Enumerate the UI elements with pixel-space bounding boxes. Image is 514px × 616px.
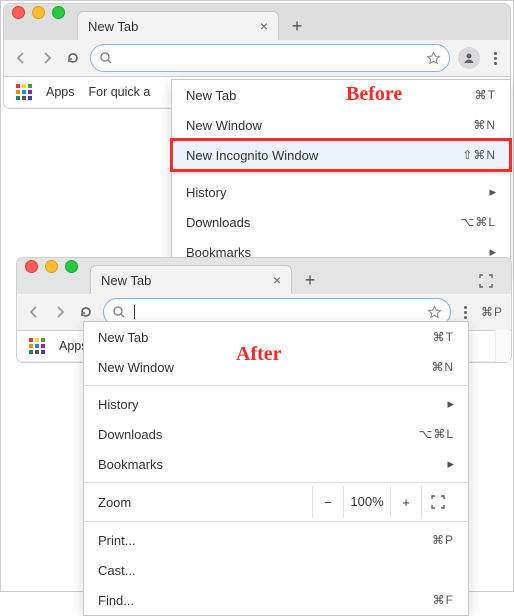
window-close-button[interactable] xyxy=(25,260,38,273)
menu-item-find[interactable]: Find... ⌘F xyxy=(84,585,468,615)
menu-item-zoom: Zoom − 100% + xyxy=(84,486,468,518)
menu-item-new-tab[interactable]: New Tab ⌘T xyxy=(172,80,510,110)
window-zoom-button[interactable] xyxy=(52,6,65,19)
browser-tab[interactable]: New Tab × xyxy=(77,11,279,40)
reload-icon[interactable] xyxy=(64,50,82,66)
zoom-controls: − 100% + xyxy=(312,486,454,518)
window-controls xyxy=(25,248,90,294)
menu-shortcut: ⌘F xyxy=(433,593,454,607)
menu-shortcut: ⌥⌘L xyxy=(418,427,454,441)
zoom-out-button[interactable]: − xyxy=(312,486,343,518)
menu-item-downloads[interactable]: Downloads ⌥⌘L xyxy=(84,419,468,449)
menu-item-incognito[interactable]: New Incognito Window ⇧⌘N xyxy=(172,140,510,170)
star-icon[interactable] xyxy=(426,51,441,66)
menu-item-history[interactable]: History ▸ xyxy=(172,177,510,207)
search-icon xyxy=(99,51,113,65)
url-bar[interactable] xyxy=(90,44,450,72)
menu-shortcut: ⌘T xyxy=(433,330,454,344)
back-icon[interactable] xyxy=(25,304,43,320)
menu-item-downloads[interactable]: Downloads ⌥⌘L xyxy=(172,207,510,237)
menu-label: New Window xyxy=(98,360,174,375)
menu-shortcut: ⌥⌘L xyxy=(460,215,496,229)
account-icon[interactable] xyxy=(458,47,480,69)
star-icon[interactable] xyxy=(427,305,442,320)
zoom-in-button[interactable]: + xyxy=(390,486,421,518)
titlebar: New Tab × + xyxy=(4,4,510,40)
apps-icon[interactable] xyxy=(16,84,32,100)
menu-item-new-tab[interactable]: New Tab ⌘T xyxy=(84,322,468,352)
settings-menu-before: New Tab ⌘T New Window ⌘N New Incognito W… xyxy=(171,79,511,275)
settings-menu-after: New Tab ⌘T New Window ⌘N History ▸ Downl… xyxy=(83,321,469,616)
menu-separator xyxy=(84,521,468,522)
tab-title: New Tab xyxy=(88,19,138,34)
close-icon[interactable]: × xyxy=(260,19,268,33)
menu-label: History xyxy=(98,397,138,412)
submenu-arrow-icon: ▸ xyxy=(489,184,496,200)
side-shortcut: ⌘P xyxy=(481,305,503,319)
forward-icon[interactable] xyxy=(51,304,69,320)
menu-item-new-window[interactable]: New Window ⌘N xyxy=(84,352,468,382)
window-zoom-button[interactable] xyxy=(65,260,78,273)
submenu-arrow-icon: ▸ xyxy=(447,396,454,412)
window-minimize-button[interactable] xyxy=(32,6,45,19)
menu-item-history[interactable]: History ▸ xyxy=(84,389,468,419)
apps-icon[interactable] xyxy=(29,338,45,354)
zoom-value: 100% xyxy=(343,486,390,518)
window-minimize-button[interactable] xyxy=(45,260,58,273)
menu-item-bookmarks[interactable]: Bookmarks ▸ xyxy=(84,449,468,479)
forward-icon[interactable] xyxy=(38,50,56,66)
submenu-arrow-icon: ▸ xyxy=(447,456,454,472)
menu-label: Find... xyxy=(98,593,134,608)
menu-shortcut: ⌘N xyxy=(473,118,496,132)
menu-separator xyxy=(172,173,510,174)
settings-menu-icon[interactable] xyxy=(488,52,502,65)
menu-shortcut: ⌘T xyxy=(475,88,496,102)
scrollbar[interactable] xyxy=(495,330,510,362)
menu-separator xyxy=(84,482,468,483)
browser-tab[interactable]: New Tab × xyxy=(90,265,292,294)
menu-item-cast[interactable]: Cast... xyxy=(84,555,468,585)
tab-title: New Tab xyxy=(101,273,151,288)
toolbar xyxy=(4,40,510,77)
menu-label: New Tab xyxy=(98,330,148,345)
menu-label: New Incognito Window xyxy=(186,148,318,163)
new-tab-button[interactable]: + xyxy=(298,268,322,292)
settings-menu-icon[interactable] xyxy=(459,306,473,319)
back-icon[interactable] xyxy=(12,50,30,66)
menu-label: History xyxy=(186,185,226,200)
text-cursor xyxy=(134,305,135,319)
search-icon xyxy=(112,305,126,319)
titlebar: New Tab × + xyxy=(17,258,511,294)
menu-label: Cast... xyxy=(98,563,136,578)
apps-label[interactable]: Apps xyxy=(46,85,75,99)
menu-shortcut: ⌘P xyxy=(432,533,454,547)
menu-label: Downloads xyxy=(186,215,250,230)
fullscreen-icon[interactable] xyxy=(421,486,454,518)
menu-label: Print... xyxy=(98,533,136,548)
menu-label: Bookmarks xyxy=(98,457,163,472)
menu-item-print[interactable]: Print... ⌘P xyxy=(84,525,468,555)
menu-label: New Tab xyxy=(186,88,236,103)
menu-label: Zoom xyxy=(98,495,131,510)
menu-separator xyxy=(84,385,468,386)
close-icon[interactable]: × xyxy=(273,273,281,287)
peek-fullscreen-icon xyxy=(479,274,493,288)
menu-label: Downloads xyxy=(98,427,162,442)
menu-shortcut: ⇧⌘N xyxy=(462,148,496,162)
new-tab-button[interactable]: + xyxy=(285,14,309,38)
menu-item-new-window[interactable]: New Window ⌘N xyxy=(172,110,510,140)
window-close-button[interactable] xyxy=(12,6,25,19)
menu-label: New Window xyxy=(186,118,262,133)
quick-access-label: For quick a xyxy=(89,85,151,99)
window-controls xyxy=(12,0,77,40)
menu-shortcut: ⌘N xyxy=(431,360,454,374)
reload-icon[interactable] xyxy=(77,304,95,320)
